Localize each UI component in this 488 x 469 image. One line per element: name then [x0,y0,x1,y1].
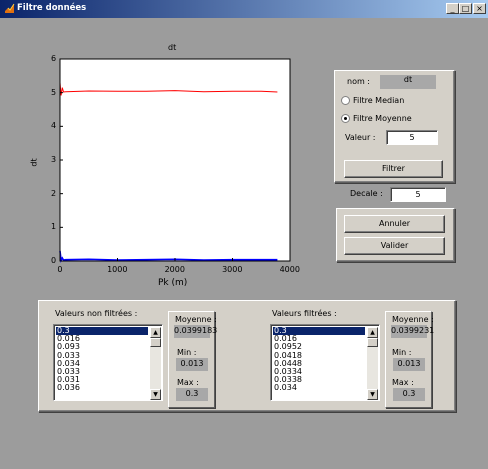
scroll-thumb[interactable] [150,338,161,347]
filtered-label: Valeurs filtrées : [272,309,337,318]
maximize-button[interactable]: □ [459,3,472,14]
x-tick-label: 3000 [222,265,243,274]
matlab-icon [5,3,15,13]
list-item[interactable]: 0.034 [273,384,365,392]
annuler-button[interactable]: Annuler [344,215,445,233]
y-tick-label: 0 [51,256,57,265]
x-tick-label: 2000 [164,265,185,274]
x-tick-label: 0 [57,265,63,274]
filtered-scrollbar[interactable]: ▲ ▼ [367,327,378,400]
x-axis-label: Pk (m) [158,278,188,288]
minimize-button[interactable]: _ [446,3,459,14]
valider-button[interactable]: Valider [344,237,445,255]
scroll-up-arrow-icon[interactable]: ▲ [150,327,161,338]
y-axis-label: dt [29,158,39,167]
unfiltered-scrollbar[interactable]: ▲ ▼ [150,327,161,400]
unfiltered-min-value: 0.013 [176,358,208,371]
unfiltered-min-label: Min : [177,348,197,357]
filtre-moyenne-radio[interactable] [341,114,350,123]
unfiltered-max-value: 0.3 [176,388,208,401]
y-tick-label: 2 [51,188,57,198]
scroll-up-arrow-icon[interactable]: ▲ [367,327,378,338]
filtered-moyenne-value: 0.0399231 [391,325,434,338]
scroll-thumb[interactable] [367,338,378,347]
valeur-label: Valeur : [345,133,376,142]
filtered-moyenne-label: Moyenne : [392,315,434,324]
x-tick-label: 1000 [107,265,128,274]
decale-input[interactable]: 5 [390,187,446,202]
y-tick-label: 3 [51,155,57,164]
close-button[interactable]: × [473,3,486,14]
filtrer-button[interactable]: Filtrer [344,160,443,178]
x-tick-label: 4000 [279,265,300,274]
plot-area [60,59,290,261]
y-tick-label: 5 [51,87,57,97]
unfiltered-moyenne-value: 0.0399183 [174,325,217,338]
unfiltered-max-label: Max : [177,378,199,387]
y-tick-label: 4 [51,121,57,131]
scroll-down-arrow-icon[interactable]: ▼ [150,389,161,400]
filtre-median-radio[interactable] [341,96,350,105]
scroll-down-arrow-icon[interactable]: ▼ [367,389,378,400]
filtered-min-label: Min : [392,348,412,357]
nom-label: nom : [347,77,370,86]
unfiltered-listbox[interactable]: 0.3 0.016 0.093 0.033 0.034 0.033 0.031 0.036 ▲… [53,324,163,401]
y-tick-label: 6 [51,54,57,63]
filtered-min-value: 0.013 [393,358,425,371]
y-tick-label: 1 [51,222,57,232]
filtered-max-label: Max : [392,378,414,387]
unfiltered-moyenne-label: Moyenne : [175,315,217,324]
filtre-moyenne-label[interactable]: Filtre Moyenne [353,114,412,123]
decale-label: Decale : [350,189,383,198]
filtre-median-label[interactable]: Filtre Median [353,96,404,105]
valeur-input[interactable]: 5 [386,130,438,145]
filtered-max-value: 0.3 [393,388,425,401]
list-item[interactable]: 0.036 [56,384,148,392]
filtered-listbox[interactable]: 0.3 0.016 0.0952 0.0418 0.0448 0.0334 0.0338 0.… [270,324,380,401]
unfiltered-label: Valeurs non filtrées : [55,309,138,318]
nom-value: dt [380,75,436,89]
chart-title: dt [168,43,177,52]
window-title: Filtre données [17,3,87,13]
title-bar: Filtre données _ □ × [0,0,488,18]
